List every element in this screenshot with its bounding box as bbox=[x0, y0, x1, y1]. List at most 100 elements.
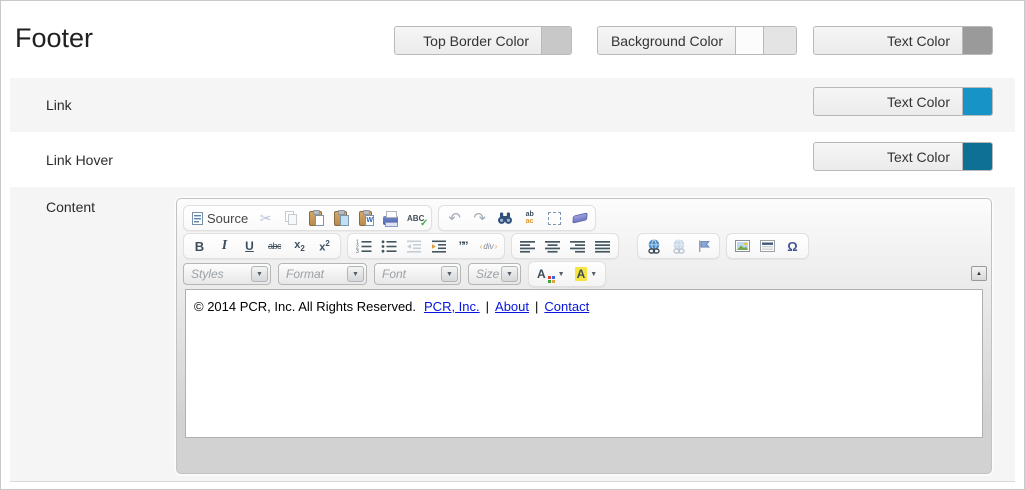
numbered-list-button[interactable]: 123 bbox=[351, 235, 376, 257]
subscript-button[interactable]: x2 bbox=[287, 235, 312, 257]
content-row-label: Content bbox=[46, 199, 95, 215]
copy-button[interactable] bbox=[278, 207, 303, 229]
text-color-button[interactable]: A ▼ bbox=[532, 263, 570, 285]
font-dropdown[interactable]: Font ▼ bbox=[374, 263, 461, 285]
anchor-button[interactable] bbox=[691, 235, 716, 257]
replace-icon: abac bbox=[526, 211, 534, 225]
justify-icon bbox=[595, 240, 610, 253]
about-link[interactable]: About bbox=[495, 299, 529, 314]
spell-check-icon: ABC✓ bbox=[407, 214, 424, 223]
paste-plain-text-button[interactable] bbox=[328, 207, 353, 229]
align-center-button[interactable] bbox=[540, 235, 565, 257]
top-border-color-button[interactable]: Top Border Color bbox=[394, 26, 572, 55]
undo-button[interactable]: ↶ bbox=[442, 207, 467, 229]
insert-image-button[interactable] bbox=[730, 235, 755, 257]
link-text-color-swatch[interactable] bbox=[962, 88, 992, 115]
create-div-button[interactable]: div bbox=[476, 235, 501, 257]
decrease-indent-button[interactable] bbox=[401, 235, 426, 257]
link-hover-row-label: Link Hover bbox=[46, 152, 113, 168]
special-character-button[interactable]: Ω bbox=[780, 235, 805, 257]
background-color-swatch-1[interactable] bbox=[735, 27, 763, 54]
redo-button[interactable]: ↷ bbox=[467, 207, 492, 229]
font-dropdown-arrow[interactable]: ▼ bbox=[441, 266, 458, 282]
copyright-text: © 2014 PCR, Inc. All Rights Reserved. bbox=[194, 299, 416, 314]
horizontal-rule-icon bbox=[760, 240, 775, 252]
align-center-icon bbox=[545, 240, 560, 253]
editor-content-area[interactable]: © 2014 PCR, Inc. All Rights Reserved. PCR… bbox=[185, 289, 983, 438]
find-icon bbox=[497, 211, 513, 225]
align-left-button[interactable] bbox=[515, 235, 540, 257]
size-dropdown-label: Size bbox=[476, 267, 499, 281]
select-all-button[interactable] bbox=[542, 207, 567, 229]
cut-button[interactable]: ✂ bbox=[253, 207, 278, 229]
bullet-list-button[interactable] bbox=[376, 235, 401, 257]
separator: | bbox=[535, 299, 538, 314]
page-title: Footer bbox=[15, 23, 93, 54]
background-highlight-color-icon: A bbox=[575, 267, 588, 281]
footer-settings-panel: Footer Top Border Color Background Color… bbox=[0, 0, 1025, 490]
source-button[interactable]: Source bbox=[187, 207, 253, 229]
link-hover-text-color-button[interactable]: Text Color bbox=[813, 142, 993, 171]
font-dropdown-label: Font bbox=[382, 267, 406, 281]
format-dropdown[interactable]: Format ▼ bbox=[278, 263, 367, 285]
chevron-down-icon: ▼ bbox=[352, 271, 359, 278]
text-color-icon: A bbox=[537, 267, 546, 281]
align-right-button[interactable] bbox=[565, 235, 590, 257]
strikethrough-button[interactable]: abc bbox=[262, 235, 287, 257]
color-dots-icon bbox=[548, 276, 551, 279]
underline-button[interactable]: U bbox=[237, 235, 262, 257]
link-hover-text-color-swatch[interactable] bbox=[962, 143, 992, 170]
remove-link-button[interactable] bbox=[666, 235, 691, 257]
styles-dropdown-arrow[interactable]: ▼ bbox=[251, 266, 268, 282]
styles-dropdown[interactable]: Styles ▼ bbox=[183, 263, 271, 285]
separator: | bbox=[486, 299, 489, 314]
insert-link-button[interactable] bbox=[641, 235, 666, 257]
contact-link[interactable]: Contact bbox=[544, 299, 589, 314]
paste-plain-text-icon bbox=[334, 211, 347, 226]
footer-text-color-swatch[interactable] bbox=[962, 27, 992, 54]
decrease-indent-icon bbox=[406, 239, 422, 253]
print-button[interactable] bbox=[378, 207, 403, 229]
spell-check-button[interactable]: ABC✓ bbox=[403, 207, 428, 229]
collapse-toolbar-button[interactable]: ▲ bbox=[971, 266, 987, 281]
undo-icon: ↶ bbox=[448, 209, 461, 227]
chevron-down-icon: ▼ bbox=[558, 271, 565, 278]
paste-from-word-button[interactable]: W bbox=[353, 207, 378, 229]
background-color-button[interactable]: Background Color bbox=[597, 26, 797, 55]
footer-text-color-button[interactable]: Text Color bbox=[813, 26, 993, 55]
superscript-button[interactable]: x2 bbox=[312, 235, 337, 257]
increase-indent-button[interactable] bbox=[426, 235, 451, 257]
find-button[interactable] bbox=[492, 207, 517, 229]
replace-button[interactable]: abac bbox=[517, 207, 542, 229]
remove-link-icon bbox=[671, 239, 687, 254]
bold-button[interactable]: B bbox=[187, 235, 212, 257]
increase-indent-icon bbox=[431, 239, 447, 253]
bold-icon: B bbox=[195, 239, 204, 254]
horizontal-rule-button[interactable] bbox=[755, 235, 780, 257]
remove-format-icon bbox=[572, 212, 587, 223]
source-label: Source bbox=[207, 211, 248, 226]
source-icon bbox=[192, 212, 203, 225]
italic-button[interactable]: I bbox=[212, 235, 237, 257]
styles-dropdown-label: Styles bbox=[191, 267, 224, 281]
print-icon bbox=[383, 216, 398, 225]
size-dropdown[interactable]: Size ▼ bbox=[468, 263, 521, 285]
cut-icon: ✂ bbox=[260, 210, 272, 227]
size-dropdown-arrow[interactable]: ▼ bbox=[501, 266, 518, 282]
strikethrough-icon: abc bbox=[268, 241, 281, 251]
link-row-label: Link bbox=[46, 97, 72, 113]
redo-icon: ↷ bbox=[473, 209, 486, 227]
link-text-color-button[interactable]: Text Color bbox=[813, 87, 993, 116]
remove-format-button[interactable] bbox=[567, 207, 592, 229]
top-border-color-swatch[interactable] bbox=[541, 27, 571, 54]
chevron-down-icon: ▼ bbox=[506, 271, 513, 278]
create-div-icon: div bbox=[480, 242, 498, 251]
background-highlight-color-button[interactable]: A ▼ bbox=[570, 263, 603, 285]
justify-button[interactable] bbox=[590, 235, 615, 257]
underline-icon: U bbox=[245, 239, 254, 253]
blockquote-button[interactable]: ”” bbox=[451, 235, 476, 257]
pcr-link[interactable]: PCR, Inc. bbox=[424, 299, 480, 314]
format-dropdown-arrow[interactable]: ▼ bbox=[347, 266, 364, 282]
background-color-swatch-2[interactable] bbox=[763, 27, 796, 54]
paste-button[interactable] bbox=[303, 207, 328, 229]
